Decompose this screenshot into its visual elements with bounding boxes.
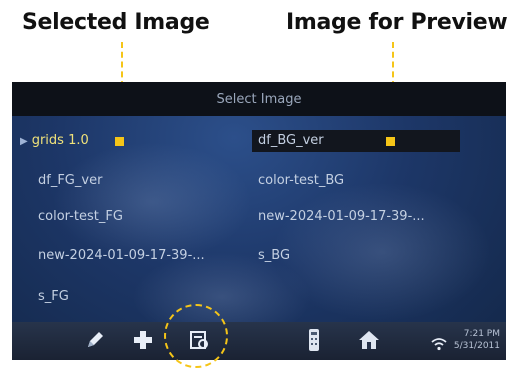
file-item-grids[interactable]: ▶ grids 1.0 bbox=[20, 130, 89, 152]
home-icon[interactable] bbox=[354, 328, 384, 352]
bottom-toolbar: 7:21 PM 5/31/2011 bbox=[12, 322, 506, 360]
remote-icon[interactable] bbox=[302, 328, 326, 352]
device-screen: Select Image ▶ grids 1.0 df_FG_ver color-… bbox=[12, 82, 506, 360]
file-item-color-test-bg[interactable]: color-test_BG bbox=[258, 170, 344, 192]
callout-image-for-preview: Image for Preview bbox=[286, 10, 508, 35]
background-cloud bbox=[52, 142, 252, 262]
pencil-icon[interactable] bbox=[80, 328, 110, 352]
file-item-s-bg[interactable]: s_BG bbox=[258, 245, 290, 267]
file-item-new-left[interactable]: new-2024-01-09-17-39-... bbox=[38, 245, 205, 267]
callout-circle bbox=[164, 304, 228, 368]
file-item-color-test-fg[interactable]: color-test_FG bbox=[38, 206, 123, 228]
clock-time: 7:21 PM bbox=[463, 329, 500, 339]
selected-marker bbox=[115, 137, 124, 146]
file-item-df-bg-ver[interactable]: df_BG_ver bbox=[252, 130, 460, 152]
wifi-icon bbox=[428, 332, 450, 356]
callout-selected-image: Selected Image bbox=[22, 10, 210, 35]
plus-icon[interactable] bbox=[128, 328, 158, 352]
clock: 7:21 PM 5/31/2011 bbox=[454, 328, 500, 352]
clock-date: 5/31/2011 bbox=[453, 341, 500, 351]
preview-marker bbox=[386, 137, 395, 146]
window-title: Select Image bbox=[12, 82, 506, 116]
file-label: grids 1.0 bbox=[31, 133, 89, 148]
file-item-s-fg[interactable]: s_FG bbox=[38, 286, 69, 308]
selection-arrow-icon: ▶ bbox=[20, 136, 28, 147]
file-item-new-right[interactable]: new-2024-01-09-17-39-... bbox=[258, 206, 425, 228]
file-item-df-fg-ver[interactable]: df_FG_ver bbox=[38, 170, 102, 192]
